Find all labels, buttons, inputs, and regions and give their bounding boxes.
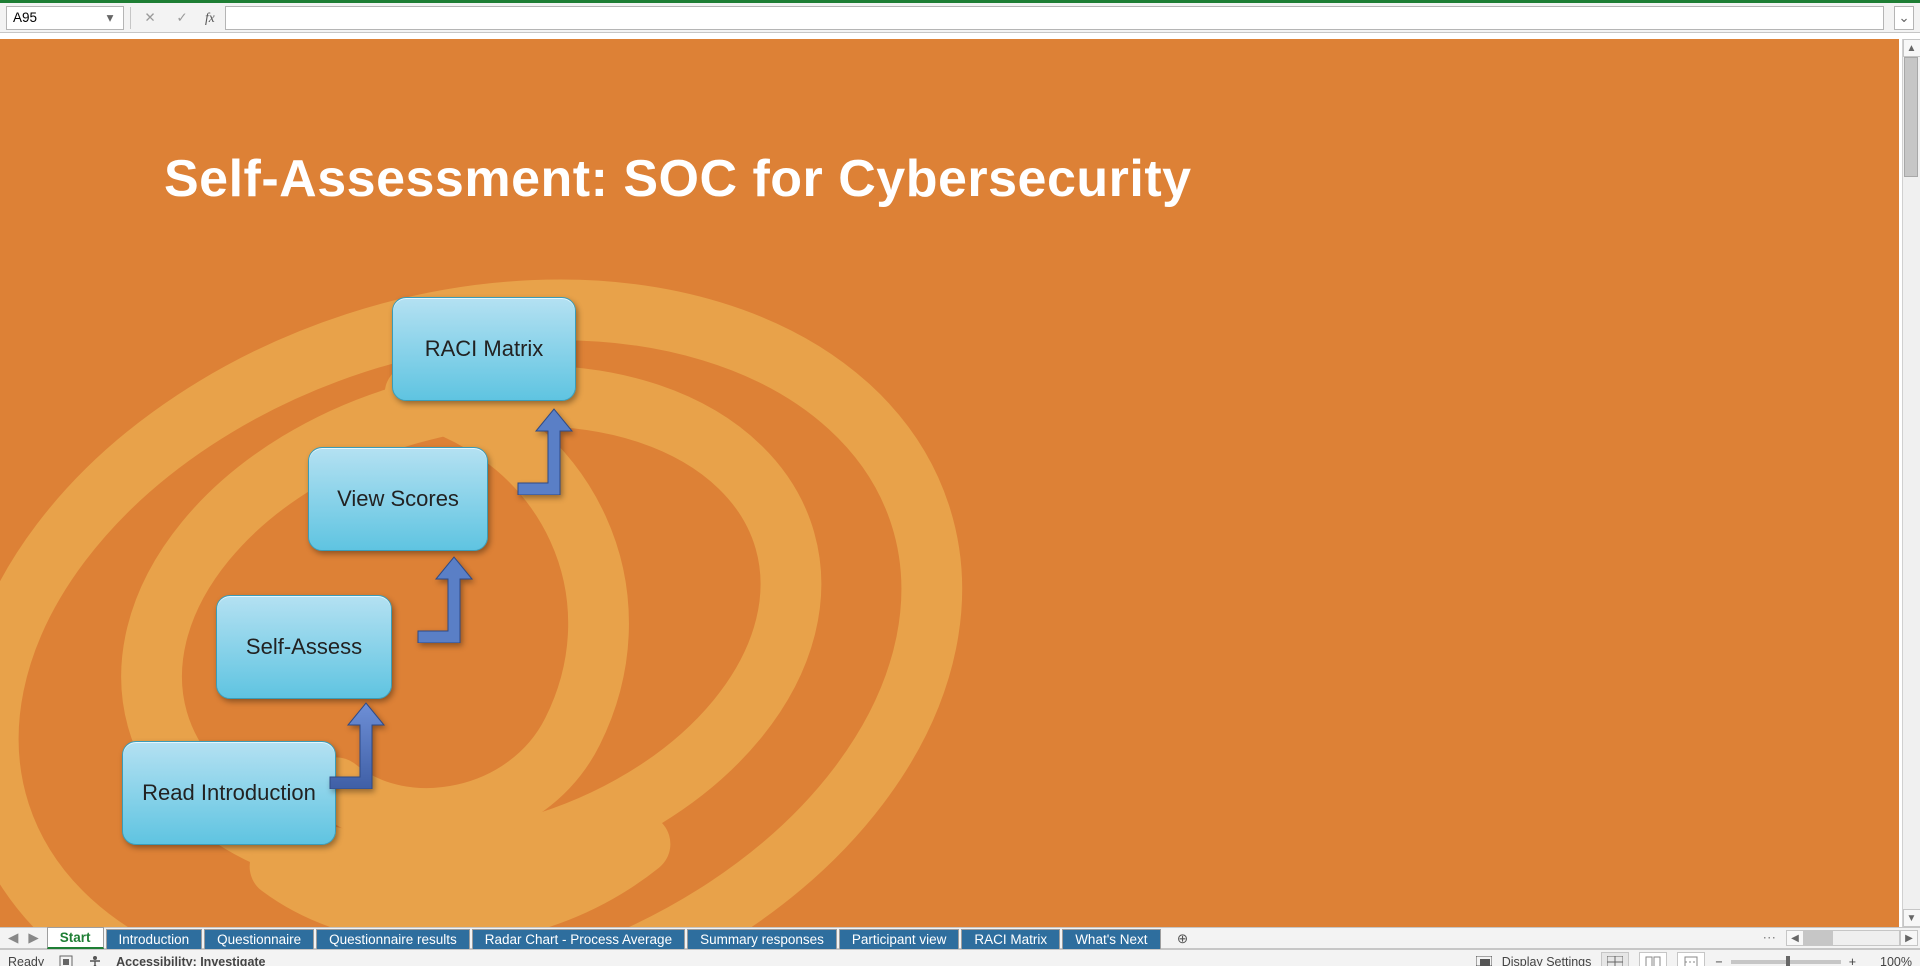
sheet-background: Self-Assessment: SOC for Cybersecurity R… (0, 39, 1899, 927)
view-page-layout-button[interactable] (1639, 952, 1667, 966)
caret-right-icon: ▶ (1905, 933, 1913, 944)
caret-up-icon: ▲ (1907, 43, 1917, 54)
accessibility-label[interactable]: Accessibility: Investigate (116, 955, 265, 966)
close-icon: ✕ (144, 10, 155, 26)
sheet-tabs: Start Introduction Questionnaire Questio… (47, 928, 1197, 948)
horizontal-scroll-thumb[interactable] (1805, 931, 1833, 945)
horizontal-scroll-track[interactable] (1804, 930, 1900, 946)
horizontal-scrollbar[interactable]: ◀ ▶ (1784, 928, 1920, 948)
separator (130, 7, 131, 29)
zoom-handle[interactable] (1786, 956, 1790, 966)
tab-nav-next-button[interactable]: ▶ (28, 930, 38, 946)
tab-nav: ◀ ▶ (0, 928, 47, 948)
spacer (1197, 928, 1755, 948)
grid-icon (1607, 956, 1623, 966)
sheet-tab-radar-chart[interactable]: Radar Chart - Process Average (472, 929, 685, 949)
zoom-percent-label[interactable]: 100% (1866, 955, 1912, 966)
scroll-left-button[interactable]: ◀ (1786, 930, 1804, 946)
zoom-out-button[interactable]: − (1715, 955, 1722, 966)
sheet-tab-participant-view[interactable]: Participant view (839, 929, 960, 949)
check-icon: ✓ (176, 10, 187, 26)
sheet-canvas[interactable]: Self-Assessment: SOC for Cybersecurity R… (0, 39, 1899, 927)
accessibility-icon[interactable] (88, 954, 102, 966)
formula-bar: A95 ▾ ✕ ✓ fx ⌄ (0, 3, 1920, 33)
view-normal-button[interactable] (1601, 952, 1629, 966)
sheet-tab-label: Questionnaire (217, 932, 301, 947)
step-raci-matrix[interactable]: RACI Matrix (392, 297, 576, 401)
chevron-down-icon: ⌄ (1898, 10, 1909, 26)
sheet-tabs-row: ◀ ▶ Start Introduction Questionnaire Que… (0, 927, 1920, 949)
macro-record-icon[interactable] (58, 954, 74, 966)
step-read-introduction[interactable]: Read Introduction (122, 741, 336, 845)
vertical-scroll-track[interactable] (1903, 57, 1920, 909)
status-ready-label: Ready (8, 955, 44, 966)
step-self-assess[interactable]: Self-Assess (216, 595, 392, 699)
status-left: Ready Accessibility: Investigate (8, 954, 266, 966)
plus-circle-icon: ⊕ (1177, 931, 1188, 947)
sheet-tab-label: Introduction (119, 932, 190, 947)
status-bar: Ready Accessibility: Investigate Display… (0, 949, 1920, 966)
sheet-tab-questionnaire[interactable]: Questionnaire (204, 929, 314, 949)
page-break-icon (1683, 956, 1699, 966)
sheet-tab-summary-responses[interactable]: Summary responses (687, 929, 837, 949)
arrow-elbow-icon (414, 553, 474, 643)
caret-left-icon: ◀ (1791, 933, 1799, 944)
scroll-down-button[interactable]: ▼ (1903, 909, 1920, 927)
formula-input[interactable] (225, 6, 1884, 30)
workbook-area: Self-Assessment: SOC for Cybersecurity R… (0, 33, 1920, 927)
sheet-tab-label: Radar Chart - Process Average (485, 932, 672, 947)
sheet-tab-label: Start (60, 930, 91, 945)
formula-expand-button[interactable]: ⌄ (1894, 6, 1914, 30)
zoom-in-button[interactable]: + (1849, 955, 1856, 966)
arrow-elbow-icon (514, 405, 574, 495)
page-title: Self-Assessment: SOC for Cybersecurity (164, 149, 1192, 209)
dots-icon: ⋯ (1763, 930, 1777, 946)
zoom-track[interactable] (1731, 960, 1841, 964)
name-box[interactable]: A95 ▾ (6, 6, 124, 30)
sheet-tab-label: Summary responses (700, 932, 824, 947)
view-page-break-button[interactable] (1677, 952, 1705, 966)
step-label: View Scores (337, 486, 459, 512)
display-settings-label[interactable]: Display Settings (1502, 955, 1592, 966)
sheet-tab-label: Participant view (852, 932, 947, 947)
tabs-overflow[interactable]: ⋯ (1755, 928, 1785, 948)
sheet-tab-start[interactable]: Start (47, 927, 104, 949)
zoom-slider: − + (1715, 955, 1856, 966)
vertical-scrollbar[interactable]: ▲ ▼ (1902, 39, 1920, 927)
sheet-tab-label: RACI Matrix (974, 932, 1047, 947)
scroll-right-button[interactable]: ▶ (1900, 930, 1918, 946)
formula-cancel-button[interactable]: ✕ (137, 6, 163, 30)
formula-confirm-button[interactable]: ✓ (169, 6, 195, 30)
step-view-scores[interactable]: View Scores (308, 447, 488, 551)
status-right: Display Settings − + 100% (1476, 952, 1912, 966)
caret-down-icon: ▼ (1907, 913, 1917, 924)
page-layout-icon (1645, 956, 1661, 966)
vertical-scroll-thumb[interactable] (1904, 57, 1918, 177)
sheet-tab-label: What's Next (1075, 932, 1147, 947)
sheet-tab-introduction[interactable]: Introduction (106, 929, 203, 949)
step-label: Self-Assess (246, 634, 362, 660)
display-settings-icon[interactable] (1476, 954, 1492, 966)
sheet-tab-questionnaire-results[interactable]: Questionnaire results (316, 929, 470, 949)
name-box-value: A95 (13, 10, 37, 25)
arrow-elbow-icon (326, 699, 386, 789)
step-label: Read Introduction (142, 780, 316, 806)
sheet-tab-label: Questionnaire results (329, 932, 457, 947)
scroll-up-button[interactable]: ▲ (1903, 39, 1920, 57)
sheet-tab-raci-matrix[interactable]: RACI Matrix (961, 929, 1060, 949)
step-label: RACI Matrix (425, 336, 544, 362)
name-box-dropdown-icon[interactable]: ▾ (103, 10, 117, 26)
fx-label[interactable]: fx (201, 10, 219, 26)
sheet-tab-whats-next[interactable]: What's Next (1062, 929, 1160, 949)
tab-nav-prev-button[interactable]: ◀ (8, 930, 18, 946)
add-sheet-button[interactable]: ⊕ (1169, 930, 1197, 948)
